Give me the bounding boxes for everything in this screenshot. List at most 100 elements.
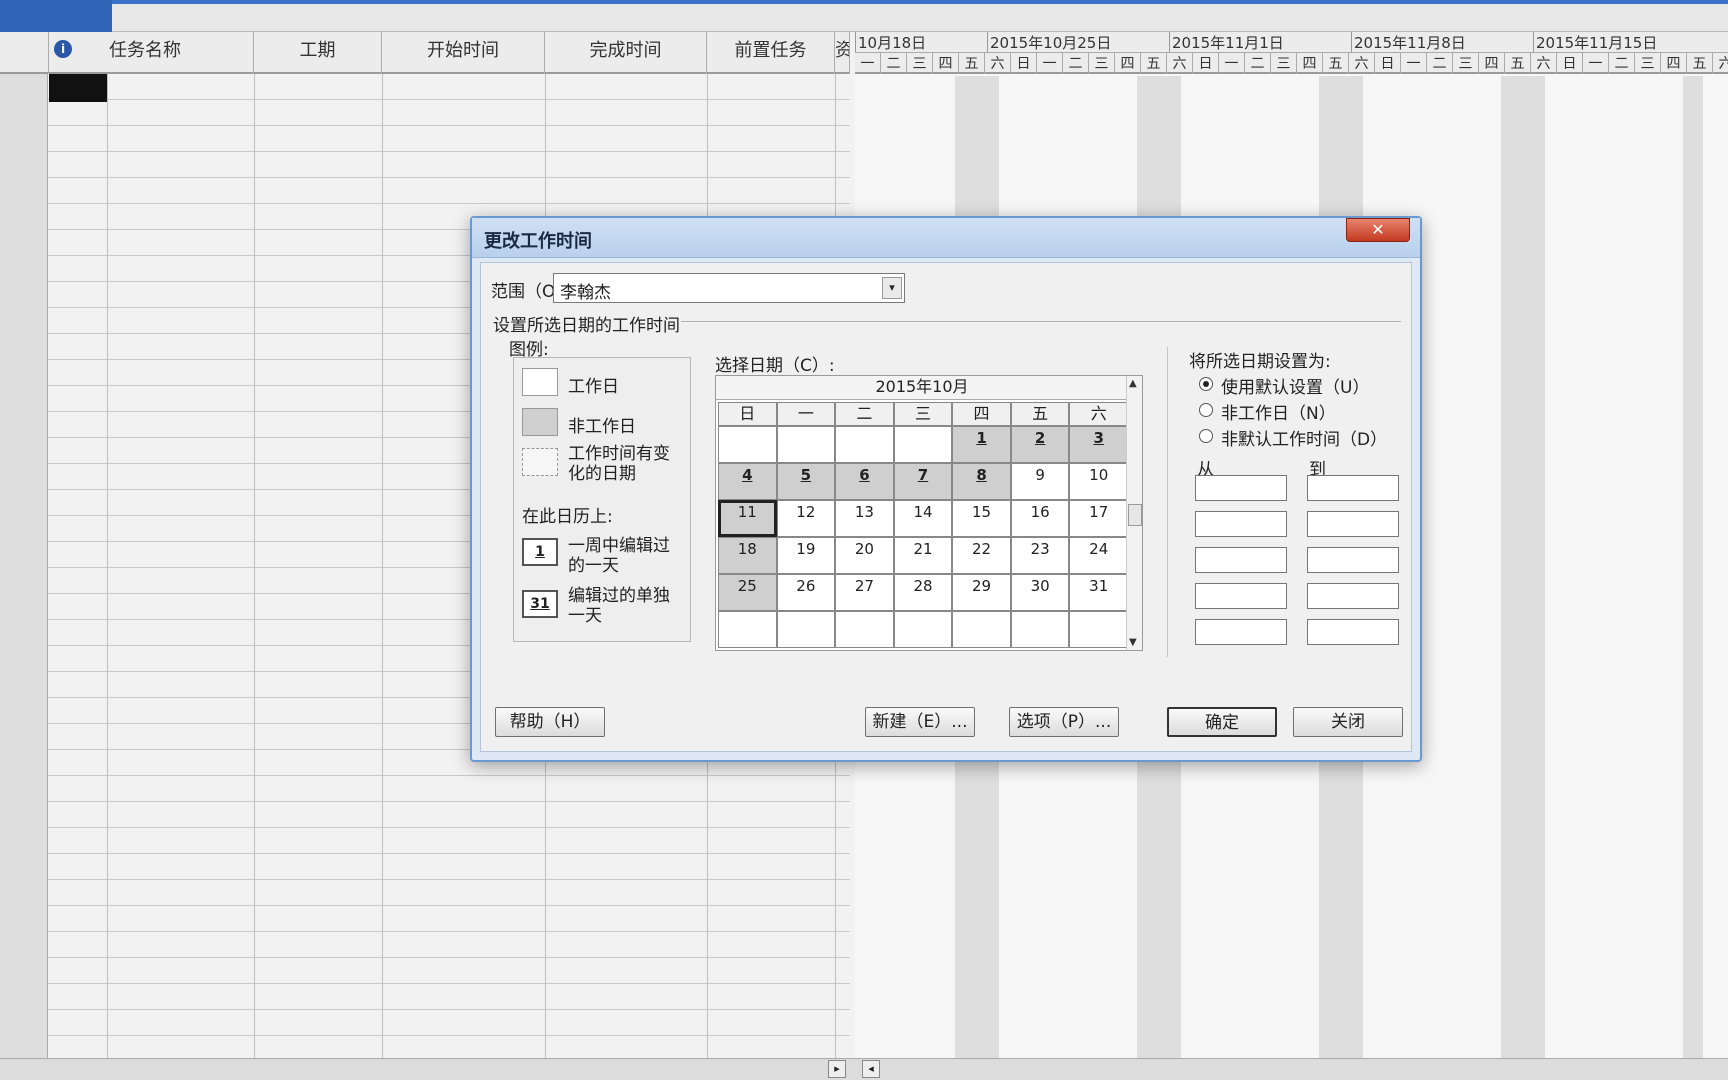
col-indicator-header[interactable]: i [0,32,72,74]
calendar-day[interactable]: 23 [1010,537,1070,574]
to-field[interactable] [1307,511,1399,537]
calendar-day[interactable]: 7 [893,463,953,500]
calendar-day[interactable]: 24 [1069,537,1128,574]
from-field[interactable] [1195,511,1287,537]
nonworking-swatch [522,408,558,436]
day-letter: 四 [933,53,959,74]
calendar-scrollbar[interactable]: ▲ ▼ [1126,376,1142,650]
scroll-thumb[interactable] [1128,504,1142,526]
calendar-day[interactable]: 13 [835,500,894,537]
radio-nondefault-label[interactable]: 非默认工作时间（D） [1221,425,1387,450]
day-letter: 一 [1037,53,1063,74]
calendar-day[interactable]: 6 [835,463,894,500]
day-letter: 五 [1323,53,1349,74]
from-field[interactable] [1195,583,1287,609]
calendar-day[interactable]: 17 [1069,500,1128,537]
calendar-day[interactable]: 15 [952,500,1011,537]
weekday-header[interactable]: 一 [776,402,836,426]
calendar-day[interactable] [835,426,894,463]
calendar-day[interactable]: 25 [718,574,777,611]
calendar-day[interactable]: 11 [718,500,777,537]
weekday-header[interactable]: 二 [835,402,894,426]
radio-nonworking-label[interactable]: 非工作日（N） [1221,399,1336,424]
calendar-day[interactable]: 22 [952,537,1011,574]
calendar-day[interactable]: 12 [776,500,836,537]
calendar-day[interactable]: 18 [718,537,777,574]
col-start[interactable]: 开始时间 [382,32,545,74]
to-field[interactable] [1307,619,1399,645]
calendar[interactable]: 2015年10月 日一二三四五六 1 2 3 4 5 6 7 8 9 10 11 12 13 14 15 16 1… [715,375,1143,651]
calendar-day[interactable]: 5 [776,463,836,500]
calendar-day[interactable] [835,611,894,648]
weekday-header[interactable]: 四 [952,402,1011,426]
calendar-day[interactable]: 31 [1069,574,1128,611]
col-predecessors[interactable]: 前置任务 [707,32,835,74]
calendar-day[interactable]: 4 [718,463,777,500]
radio-default-label[interactable]: 使用默认设置（U） [1221,373,1369,398]
to-field[interactable] [1307,583,1399,609]
dialog-titlebar[interactable]: 更改工作时间 ✕ [472,218,1420,258]
calendar-day[interactable] [952,611,1011,648]
selected-cell[interactable] [49,74,107,102]
calendar-day[interactable]: 3 [1069,426,1128,463]
calendar-day[interactable]: 1 [952,426,1011,463]
radio-default[interactable] [1199,377,1213,391]
calendar-day[interactable]: 29 [952,574,1011,611]
calendar-day[interactable] [718,426,777,463]
weekday-header[interactable]: 六 [1069,402,1128,426]
options-button[interactable]: 选项（P）... [1009,707,1119,737]
col-task-name[interactable]: 任务名称 [49,32,254,74]
calendar-day[interactable]: 20 [835,537,894,574]
scope-select[interactable]: 李翰杰 ▾ [553,273,905,303]
col-finish[interactable]: 完成时间 [545,32,707,74]
grid-header: i 任务名称 工期 开始时间 完成时间 前置任务 资 [0,32,850,74]
calendar-day[interactable]: 19 [776,537,836,574]
weekday-header[interactable]: 三 [893,402,953,426]
day-letter: 日 [1375,53,1401,74]
from-field[interactable] [1195,475,1287,501]
calendar-day[interactable]: 26 [776,574,836,611]
calendar-grid[interactable]: 日一二三四五六 1 2 3 4 5 6 7 8 9 10 11 12 13 14 15 16 17 18 19 20 21… [718,402,1128,648]
calendar-day[interactable] [893,611,953,648]
scroll-down-icon[interactable]: ▼ [1129,637,1137,648]
calendar-day[interactable]: 8 [952,463,1011,500]
calendar-day[interactable]: 27 [835,574,894,611]
close-icon[interactable]: ✕ [1346,218,1410,242]
from-field[interactable] [1195,619,1287,645]
calendar-day[interactable] [893,426,953,463]
col-duration[interactable]: 工期 [254,32,382,74]
ok-button[interactable]: 确定 [1167,707,1277,737]
day-letter: 三 [1271,53,1297,74]
new-button[interactable]: 新建（E）... [865,707,975,737]
radio-nondefault[interactable] [1199,429,1213,443]
calendar-day[interactable]: 21 [893,537,953,574]
calendar-day[interactable] [718,611,777,648]
scroll-up-icon[interactable]: ▲ [1129,378,1137,389]
weekday-header[interactable]: 五 [1010,402,1070,426]
scroll-right-icon[interactable]: ▸ [828,1060,846,1078]
horizontal-scrollbar[interactable]: ▸ ◂ [0,1058,1728,1080]
calendar-day[interactable]: 28 [893,574,953,611]
scroll-left-icon[interactable]: ◂ [862,1060,880,1078]
close-button[interactable]: 关闭 [1293,707,1403,737]
weekday-header[interactable]: 日 [718,402,777,426]
calendar-day[interactable]: 9 [1010,463,1070,500]
calendar-day[interactable] [776,426,836,463]
calendar-day[interactable] [1010,611,1070,648]
calendar-day[interactable]: 30 [1010,574,1070,611]
to-field[interactable] [1307,547,1399,573]
calendar-day[interactable]: 16 [1010,500,1070,537]
help-button[interactable]: 帮助（H） [495,707,605,737]
day-letters: 一二三四五六日一二三四五六日一二三四五六日一二三四五六日一二三四五六日 [855,52,1728,74]
calendar-day[interactable]: 2 [1010,426,1070,463]
col-resources[interactable]: 资 [835,32,850,74]
day-letter: 日 [1193,53,1219,74]
calendar-day[interactable]: 14 [893,500,953,537]
radio-nonworking[interactable] [1199,403,1213,417]
chevron-down-icon[interactable]: ▾ [882,277,902,299]
calendar-day[interactable]: 10 [1069,463,1128,500]
calendar-day[interactable] [776,611,836,648]
to-field[interactable] [1307,475,1399,501]
from-field[interactable] [1195,547,1287,573]
calendar-day[interactable] [1069,611,1128,648]
